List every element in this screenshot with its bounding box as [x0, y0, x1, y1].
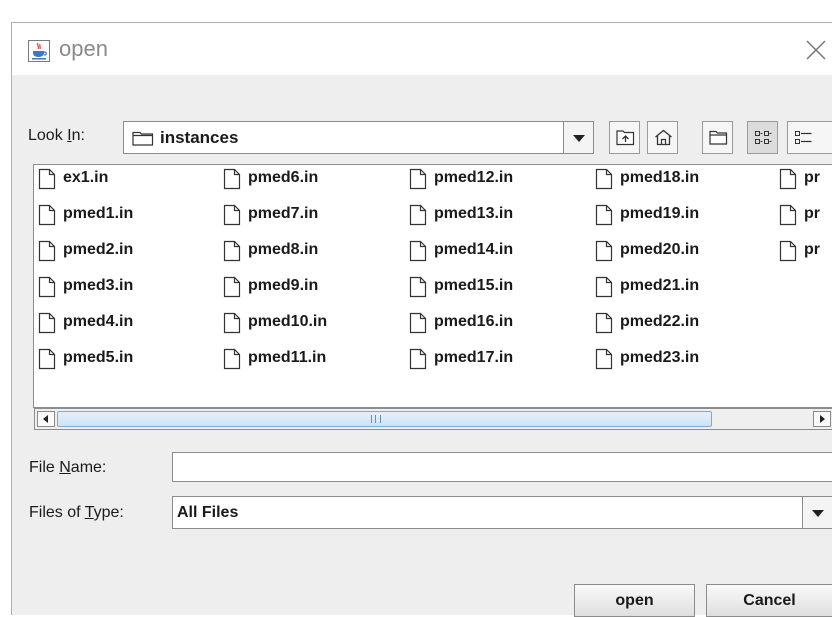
- scrollbar-thumb[interactable]: [57, 411, 712, 427]
- file-name: pmed2.in: [63, 241, 134, 258]
- file-icon: [223, 168, 241, 195]
- file-icon: [595, 276, 613, 303]
- file-icon: [409, 276, 427, 303]
- horizontal-scrollbar[interactable]: [34, 408, 832, 430]
- file-name: pmed21.in: [620, 277, 700, 294]
- file-name-label: File Name:: [29, 459, 107, 476]
- file-icon: [595, 168, 613, 195]
- look-in-dropdown-arrow[interactable]: [563, 122, 593, 153]
- home-icon: [655, 129, 672, 146]
- files-of-type-combo[interactable]: All Files: [172, 496, 832, 529]
- file-icon: [779, 204, 797, 231]
- file-name: pr: [804, 241, 820, 258]
- file-name: pmed20.in: [620, 241, 700, 258]
- files-of-type-dropdown-arrow[interactable]: [802, 497, 832, 528]
- file-icon: [409, 240, 427, 267]
- look-in-combo[interactable]: instances: [123, 121, 594, 154]
- file-icon: [595, 348, 613, 375]
- home-button[interactable]: [647, 121, 678, 154]
- file-icon: [409, 168, 427, 195]
- scroll-left-button[interactable]: [37, 411, 55, 427]
- up-folder-icon: [616, 130, 635, 146]
- file-name: pmed12.in: [434, 169, 514, 186]
- file-name: pmed3.in: [63, 277, 134, 294]
- title-bar: open: [12, 23, 832, 75]
- file-name: pmed17.in: [434, 349, 514, 366]
- details-view-button[interactable]: [787, 121, 832, 154]
- file-icon: [223, 276, 241, 303]
- scroll-right-button[interactable]: [813, 411, 831, 427]
- cancel-button[interactable]: Cancel: [706, 584, 832, 617]
- file-name: pmed6.in: [248, 169, 319, 186]
- file-name-input[interactable]: [172, 452, 832, 482]
- file-list[interactable]: ex1.in pmed1.in pmed2.in pmed3.in pmed4.in pm…: [33, 164, 832, 408]
- list-view-icon: [755, 131, 772, 144]
- dialog-title: open: [59, 36, 108, 61]
- file-name: pr: [804, 169, 820, 186]
- file-name: pmed22.in: [620, 313, 700, 330]
- file-icon: [779, 168, 797, 195]
- look-in-value: instances: [160, 128, 239, 147]
- file-icon: [409, 204, 427, 231]
- file-name: pmed18.in: [620, 169, 700, 186]
- file-icon: [595, 240, 613, 267]
- file-icon: [38, 240, 56, 267]
- folder-icon: [132, 131, 154, 146]
- new-folder-icon: [709, 130, 728, 145]
- file-icon: [223, 204, 241, 231]
- file-name: pmed8.in: [248, 241, 319, 258]
- file-icon: [409, 348, 427, 375]
- file-icon: [38, 312, 56, 339]
- open-dialog: open Look In: instances ex1.in pmed1.in …: [11, 22, 832, 617]
- file-name: pr: [804, 205, 820, 222]
- file-name: pmed15.in: [434, 277, 514, 294]
- look-in-label: Look In:: [28, 127, 85, 144]
- close-icon: [806, 40, 826, 60]
- file-icon: [223, 348, 241, 375]
- close-button[interactable]: [799, 33, 832, 67]
- new-folder-button[interactable]: [702, 121, 733, 154]
- file-name: pmed13.in: [434, 205, 514, 222]
- file-icon: [38, 204, 56, 231]
- file-icon: [223, 312, 241, 339]
- up-one-level-button[interactable]: [609, 121, 640, 154]
- file-icon: [409, 312, 427, 339]
- file-name: pmed1.in: [63, 205, 134, 222]
- file-name: pmed11.in: [248, 349, 327, 366]
- file-name: pmed10.in: [248, 313, 328, 330]
- file-name: pmed4.in: [63, 313, 134, 330]
- file-icon: [38, 276, 56, 303]
- file-name: pmed19.in: [620, 205, 700, 222]
- grip-icon: [371, 415, 381, 423]
- file-icon: [38, 168, 56, 195]
- file-name: pmed5.in: [63, 349, 134, 366]
- file-icon: [595, 312, 613, 339]
- file-icon: [595, 204, 613, 231]
- list-view-button[interactable]: [747, 121, 778, 154]
- details-view-icon: [795, 131, 812, 144]
- file-name: ex1.in: [63, 169, 109, 186]
- files-of-type-label: Files of Type:: [29, 504, 124, 521]
- file-name: pmed16.in: [434, 313, 514, 330]
- file-name: pmed7.in: [248, 205, 319, 222]
- file-name: pmed9.in: [248, 277, 319, 294]
- file-icon: [38, 348, 56, 375]
- open-button[interactable]: open: [574, 584, 695, 617]
- java-app-icon: [28, 40, 50, 62]
- files-of-type-value: All Files: [177, 504, 239, 521]
- file-name: pmed23.in: [620, 349, 700, 366]
- file-icon: [779, 240, 797, 267]
- file-icon: [223, 240, 241, 267]
- file-name: pmed14.in: [434, 241, 514, 258]
